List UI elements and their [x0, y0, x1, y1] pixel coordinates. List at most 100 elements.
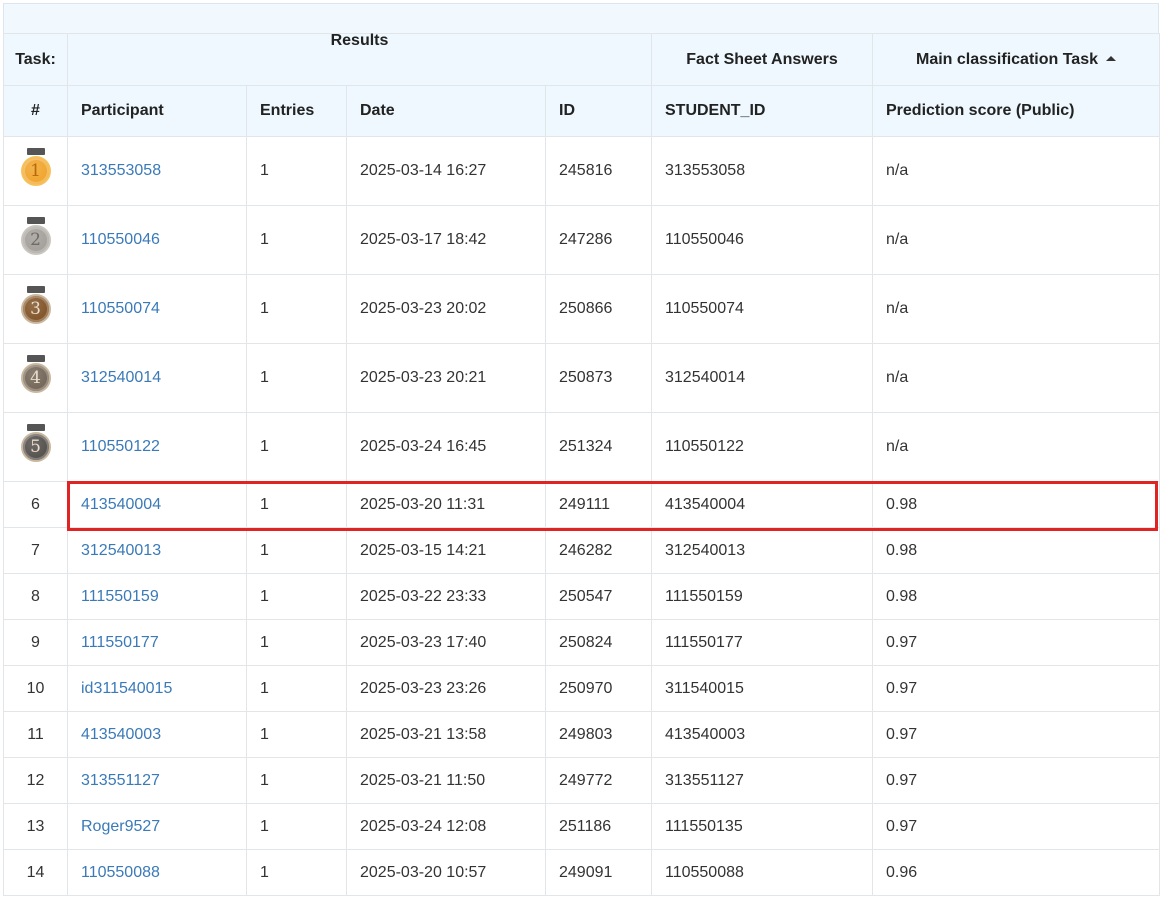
participant-cell: 111550159 [67, 573, 247, 620]
id-cell: 249091 [545, 849, 652, 896]
id-cell: 250873 [545, 343, 652, 413]
rank-cell: 4 [3, 343, 68, 413]
rank-cell: 10 [3, 665, 68, 712]
participant-link[interactable]: 312540013 [81, 542, 161, 559]
prediction-score-cell: n/a [872, 136, 1160, 206]
rank-cell: 14 [3, 849, 68, 896]
participant-link[interactable]: Roger9527 [81, 818, 160, 835]
participant-cell: 312540014 [67, 343, 247, 413]
column-header-student-id[interactable]: STUDENT_ID [651, 85, 873, 137]
student-id-cell: 312540013 [651, 527, 873, 574]
medal-rank-number: 3 [20, 293, 51, 324]
rank-cell: 13 [3, 803, 68, 850]
medal-ribbon [26, 354, 45, 362]
entries-cell: 1 [246, 803, 347, 850]
prediction-score-cell: n/a [872, 343, 1160, 413]
rank-cell: 12 [3, 757, 68, 804]
participant-link[interactable]: 413540004 [81, 496, 161, 513]
participant-link[interactable]: id311540015 [81, 680, 172, 697]
table-row: 5 110550122 1 2025-03-24 16:45 251324 1105501… [3, 412, 1160, 482]
id-cell: 249803 [545, 711, 652, 758]
column-header-date[interactable]: Date [346, 85, 546, 137]
id-cell: 250970 [545, 665, 652, 712]
entries-cell: 1 [246, 573, 347, 620]
participant-link[interactable]: 312540014 [81, 369, 161, 386]
participant-link[interactable]: 111550159 [81, 588, 159, 605]
medal-rank-number: 5 [20, 431, 51, 462]
participant-link[interactable]: 110550122 [81, 438, 160, 455]
prediction-score-cell: 0.97 [872, 711, 1160, 758]
leaderboard: Task: Results Fact Sheet Answers Main cl… [3, 3, 1160, 897]
student-id-cell: 413540004 [651, 481, 873, 528]
rank-cell: 1 [3, 136, 68, 206]
prediction-score-cell: 0.98 [872, 527, 1160, 574]
entries-cell: 1 [246, 343, 347, 413]
task-label: Task: [3, 33, 68, 86]
id-cell: 247286 [545, 205, 652, 275]
participant-cell: 110550122 [67, 412, 247, 482]
date-cell: 2025-03-21 11:50 [346, 757, 546, 804]
prediction-score-cell: 0.97 [872, 619, 1160, 666]
participant-link[interactable]: 111550177 [81, 634, 159, 651]
date-cell: 2025-03-20 11:31 [346, 481, 546, 528]
student-id-cell: 110550122 [651, 412, 873, 482]
participant-link[interactable]: 110550088 [81, 864, 160, 881]
student-id-cell: 111550177 [651, 619, 873, 666]
entries-cell: 1 [246, 619, 347, 666]
date-cell: 2025-03-23 20:02 [346, 274, 546, 344]
participant-link[interactable]: 413540003 [81, 726, 161, 743]
prediction-score-cell: 0.97 [872, 665, 1160, 712]
id-cell: 251324 [545, 412, 652, 482]
participant-link[interactable]: 110550074 [81, 300, 160, 317]
date-cell: 2025-03-17 18:42 [346, 205, 546, 275]
table-row: 12 313551127 1 2025-03-21 11:50 249772 313551… [3, 757, 1160, 804]
prediction-score-cell: 0.96 [872, 849, 1160, 896]
rank-cell: 8 [3, 573, 68, 620]
participant-cell: 312540013 [67, 527, 247, 574]
column-header-prediction-score[interactable]: Prediction score (Public) [872, 85, 1160, 137]
participant-link[interactable]: 313553058 [81, 162, 161, 179]
medal-rank-number: 4 [20, 362, 51, 393]
participant-link[interactable]: 313551127 [81, 772, 160, 789]
rank-cell: 6 [3, 481, 68, 528]
participant-cell: 110550046 [67, 205, 247, 275]
main-task-header[interactable]: Main classification Task [872, 33, 1160, 86]
prediction-score-cell: n/a [872, 412, 1160, 482]
participant-link[interactable]: 110550046 [81, 231, 160, 248]
student-id-cell: 313553058 [651, 136, 873, 206]
entries-cell: 1 [246, 205, 347, 275]
id-cell: 251186 [545, 803, 652, 850]
id-cell: 249772 [545, 757, 652, 804]
entries-cell: 1 [246, 849, 347, 896]
date-cell: 2025-03-24 12:08 [346, 803, 546, 850]
column-header-rank[interactable]: # [3, 85, 68, 137]
prediction-score-cell: n/a [872, 205, 1160, 275]
rank-cell: 9 [3, 619, 68, 666]
participant-cell: 313551127 [67, 757, 247, 804]
medal-icon: 4 [20, 354, 52, 399]
participant-cell: Roger9527 [67, 803, 247, 850]
leaderboard-top-bar [3, 3, 1159, 33]
student-id-cell: 311540015 [651, 665, 873, 712]
column-header-id[interactable]: ID [545, 85, 652, 137]
id-cell: 250824 [545, 619, 652, 666]
student-id-cell: 312540014 [651, 343, 873, 413]
date-cell: 2025-03-23 20:21 [346, 343, 546, 413]
date-cell: 2025-03-15 14:21 [346, 527, 546, 574]
column-header-participant[interactable]: Participant [67, 85, 247, 137]
sort-ascending-icon[interactable] [1106, 55, 1116, 61]
student-id-cell: 110550088 [651, 849, 873, 896]
medal-ribbon [26, 216, 45, 224]
entries-cell: 1 [246, 412, 347, 482]
date-cell: 2025-03-21 13:58 [346, 711, 546, 758]
results-group-header: Results [67, 32, 652, 86]
rank-cell: 2 [3, 205, 68, 275]
table-row: 9 111550177 1 2025-03-23 17:40 250824 1115501… [3, 619, 1160, 666]
date-cell: 2025-03-20 10:57 [346, 849, 546, 896]
participant-cell: 413540003 [67, 711, 247, 758]
table-row: 11 413540003 1 2025-03-21 13:58 249803 413540… [3, 711, 1160, 758]
rank-cell: 5 [3, 412, 68, 482]
column-header-entries[interactable]: Entries [246, 85, 347, 137]
id-cell: 250866 [545, 274, 652, 344]
table-row: 10 id311540015 1 2025-03-23 23:26 250970 3115… [3, 665, 1160, 712]
